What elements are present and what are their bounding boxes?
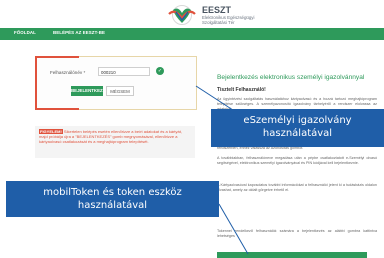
eid-overlay-line2: használatával [262,128,333,139]
token-overlay-line2: használatával [77,200,148,211]
token-overlay-line1: mobilToken és token eszköz [43,187,182,198]
eid-overlay-line1: eSzemélyi igazolvány [243,115,352,126]
token-overlay-label: mobilToken és token eszköz használatával [6,181,219,217]
eid-overlay-label: eSzemélyi igazolvány használatával [211,109,384,147]
